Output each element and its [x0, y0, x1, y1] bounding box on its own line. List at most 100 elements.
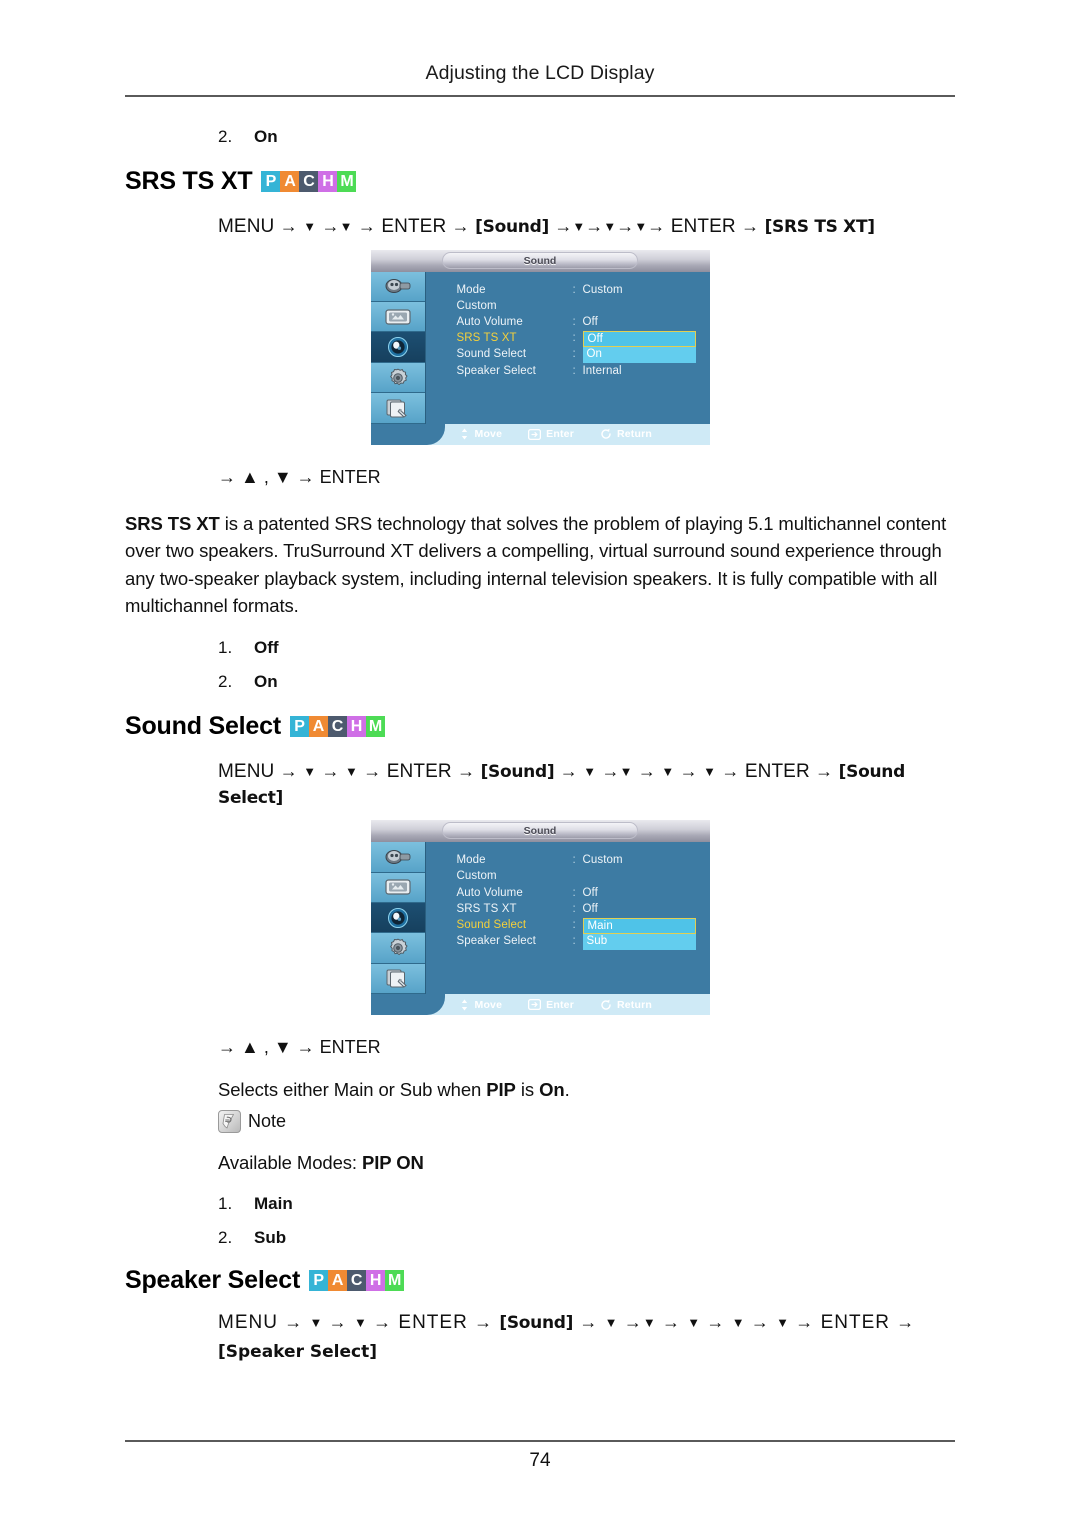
osd-return-icon	[600, 428, 612, 440]
osd-sound-menu-srs: Sound Mode: Custom Custom Auto Volume: …	[370, 249, 710, 445]
osd-footer-hint[interactable]: Enter	[528, 999, 574, 1011]
srs-description-paragraph: SRS TS XT is a patented SRS technology t…	[125, 510, 955, 620]
path-enter-label: ENTER	[381, 216, 447, 237]
path-down-icon: ▼	[619, 763, 633, 779]
osd-row-value[interactable]: Off	[583, 903, 598, 915]
osd-footer-hint[interactable]: Move	[459, 428, 503, 440]
osd-sidebar-picture-icon[interactable]	[370, 872, 425, 903]
osd-menu-rows: Mode: Custom Custom Auto Volume: Off SRS TS X…	[457, 854, 707, 951]
osd-row-value[interactable]: Custom	[583, 854, 623, 866]
sound-select-description: Selects either Main or Sub when PIP is O…	[218, 1076, 955, 1104]
option-value: On	[254, 671, 278, 691]
osd-menu-row[interactable]: Mode: Custom	[457, 854, 707, 870]
path-arrow-icon: →	[321, 216, 340, 236]
path-sound-token: [Sound]	[475, 217, 549, 237]
osd-row-value[interactable]: Custom	[583, 284, 623, 296]
osd-menu-row[interactable]: Mode: Custom	[457, 284, 707, 300]
osd-footer-hint[interactable]: Return	[600, 999, 652, 1011]
page-header-title: Adjusting the LCD Display	[425, 62, 655, 84]
osd-menu-row[interactable]: Custom	[457, 300, 707, 316]
osd-row-value[interactable]: Off	[583, 887, 598, 899]
osd-footer-hint-label: Move	[474, 428, 503, 441]
osd-row-label: Sound Select	[456, 918, 527, 931]
note-block: Note	[218, 1109, 955, 1133]
path-down-icon: ▼	[309, 1315, 323, 1331]
path-arrow-icon: →	[661, 1312, 681, 1333]
keypad-line-sound-select: → ▲ , ▼ → ENTER	[218, 1037, 381, 1058]
osd-sidebar-input-source-icon[interactable]	[370, 271, 425, 303]
osd-sidebar-input-source-icon[interactable]	[370, 842, 425, 873]
osd-sidebar-multi-control-icon[interactable]	[370, 393, 425, 424]
osd-sidebar-picture-icon[interactable]	[370, 302, 425, 333]
osd-row-value[interactable]: Internal	[583, 365, 622, 377]
osd-menu-row[interactable]: SRS TS XT: Off	[457, 903, 707, 919]
osd-return-icon	[600, 999, 612, 1011]
osd-menu-row[interactable]: SRS TS XT: Off	[457, 331, 707, 348]
badge-p: P	[289, 715, 309, 737]
path-down-icon: ▼	[604, 1315, 618, 1331]
osd-row-value[interactable]: Off	[583, 316, 598, 328]
osd-row-value[interactable]: On	[582, 347, 696, 364]
osd-sidebar-setup-gear-icon[interactable]	[370, 933, 425, 964]
osd-sidebar	[370, 271, 426, 424]
path-enter-label: ENTER	[670, 216, 736, 237]
path-arrow-icon: →	[585, 216, 604, 236]
osd-screenshot-container-sound-select: Sound Mode: Custom Custom Auto Volume: …	[125, 820, 955, 1016]
path-down-icon: ▼	[634, 219, 648, 234]
osd-row-separator: :	[572, 364, 576, 377]
osd-sidebar-setup-gear-icon[interactable]	[370, 362, 425, 394]
path-arrow-icon: →	[721, 760, 740, 781]
osd-footer-tab	[370, 423, 445, 445]
osd-menu-row[interactable]: Custom	[457, 870, 707, 886]
osd-menu-row[interactable]: Speaker Select: Internal	[457, 365, 707, 381]
osd-footer-tab	[370, 994, 445, 1016]
badge-c: C	[327, 715, 347, 737]
osd-menu-row[interactable]: Auto Volume: Off	[457, 887, 707, 903]
badge-p: P	[309, 1270, 329, 1292]
desc-post: .	[564, 1079, 570, 1101]
option-number: 1.	[218, 1194, 233, 1214]
sound-select-options-list: 1. Main 2. Sub	[218, 1194, 955, 1248]
desc-mid: is	[515, 1079, 540, 1101]
osd-row-value[interactable]: Sub	[582, 934, 696, 951]
pachm-badge-group-sound-select: PACHM	[289, 715, 385, 737]
osd-footer-hint-label: Return	[616, 428, 653, 441]
osd-sidebar-sound-icon[interactable]	[370, 332, 425, 363]
osd-menu-row[interactable]: Sound Select: Main	[456, 917, 707, 935]
srs-options-list: 1. Off 2. On	[218, 638, 955, 692]
osd-row-label: Custom	[456, 870, 497, 883]
osd-move-icon	[459, 999, 470, 1011]
osd-enter-icon	[528, 428, 542, 440]
badge-a: A	[308, 715, 328, 737]
osd-row-value[interactable]: Main	[582, 917, 696, 934]
osd-menu-row[interactable]: Sound Select: On	[457, 347, 707, 364]
path-arrow-icon: →	[373, 1312, 393, 1333]
osd-footer-hint-label: Enter	[546, 998, 574, 1011]
badge-a: A	[280, 171, 300, 192]
sound-select-option-2: 2. Sub	[218, 1228, 955, 1248]
osd-sidebar-multi-control-icon[interactable]	[370, 963, 425, 995]
osd-row-label: Custom	[456, 299, 497, 312]
note-label: Note	[248, 1110, 287, 1131]
osd-footer-hint[interactable]: Move	[459, 999, 503, 1011]
osd-footer-hint[interactable]: Enter	[528, 428, 574, 440]
osd-move-icon	[459, 428, 470, 440]
path-target-token: [SRS TS XT]	[764, 217, 876, 237]
path-arrow-icon: →	[559, 760, 578, 781]
osd-menu-row[interactable]: Speaker Select: Sub	[457, 934, 707, 951]
osd-row-separator: :	[572, 316, 576, 329]
path-arrow-icon: →	[451, 216, 470, 236]
badge-m: M	[337, 171, 357, 192]
option-value: Sub	[254, 1228, 287, 1248]
path-enter-label: ENTER	[744, 760, 810, 782]
path-down-icon: ▼	[572, 219, 586, 234]
osd-sidebar-sound-icon[interactable]	[370, 902, 425, 934]
path-arrow-icon: →	[637, 760, 656, 781]
osd-menu-row[interactable]: Auto Volume: Off	[457, 316, 707, 332]
path-arrow-icon: →	[647, 216, 666, 236]
path-enter-label: ENTER	[398, 1312, 468, 1334]
osd-footer-hint[interactable]: Return	[600, 428, 652, 440]
osd-row-value[interactable]: Off	[582, 331, 696, 348]
osd-sidebar	[370, 842, 426, 995]
list-item-value: On	[254, 127, 278, 146]
